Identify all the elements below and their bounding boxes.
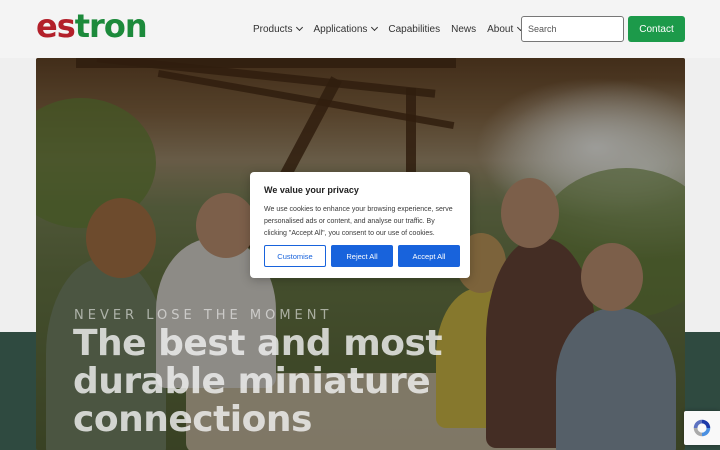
cookie-text: We use cookies to enhance your browsing … <box>264 206 453 237</box>
main-nav: Products Applications Capabilities News … <box>253 22 534 36</box>
chevron-down-icon <box>371 23 379 32</box>
cookie-consent-dialog: We value your privacy We use cookies to … <box>250 172 470 278</box>
nav-news[interactable]: News <box>451 24 476 35</box>
nav-about[interactable]: About <box>487 23 525 35</box>
contact-button[interactable]: Contact <box>628 16 685 42</box>
nav-about-label: About <box>487 23 514 35</box>
customise-button[interactable]: Customise <box>264 245 326 267</box>
hero-eyebrow: NEVER LOSE THE MOMENT <box>74 308 333 323</box>
nav-applications[interactable]: Applications <box>313 23 379 35</box>
accept-all-button[interactable]: Accept All <box>398 245 460 267</box>
logo-part-green: tron <box>74 7 148 45</box>
chevron-down-icon <box>296 23 304 32</box>
cookie-button-row: Customise Reject All Accept All <box>264 245 460 267</box>
nav-products-label: Products <box>253 23 293 35</box>
nav-products[interactable]: Products <box>253 23 304 35</box>
cookie-title: We value your privacy <box>264 185 359 195</box>
nav-applications-label: Applications <box>313 23 368 35</box>
logo-part-red: es <box>36 7 76 45</box>
hero-headline: The best and most durable miniature conn… <box>73 323 443 440</box>
search-input[interactable] <box>521 16 624 42</box>
estron-logo[interactable]: estron <box>36 6 148 46</box>
nav-capabilities-label: Capabilities <box>388 23 441 35</box>
nav-capabilities[interactable]: Capabilities <box>388 24 440 35</box>
reject-all-button[interactable]: Reject All <box>331 245 393 267</box>
nav-news-label: News <box>451 23 477 35</box>
recaptcha-icon <box>693 419 711 437</box>
site-header: estron Products Applications Capabilitie… <box>0 0 720 58</box>
recaptcha-badge[interactable] <box>684 411 720 445</box>
